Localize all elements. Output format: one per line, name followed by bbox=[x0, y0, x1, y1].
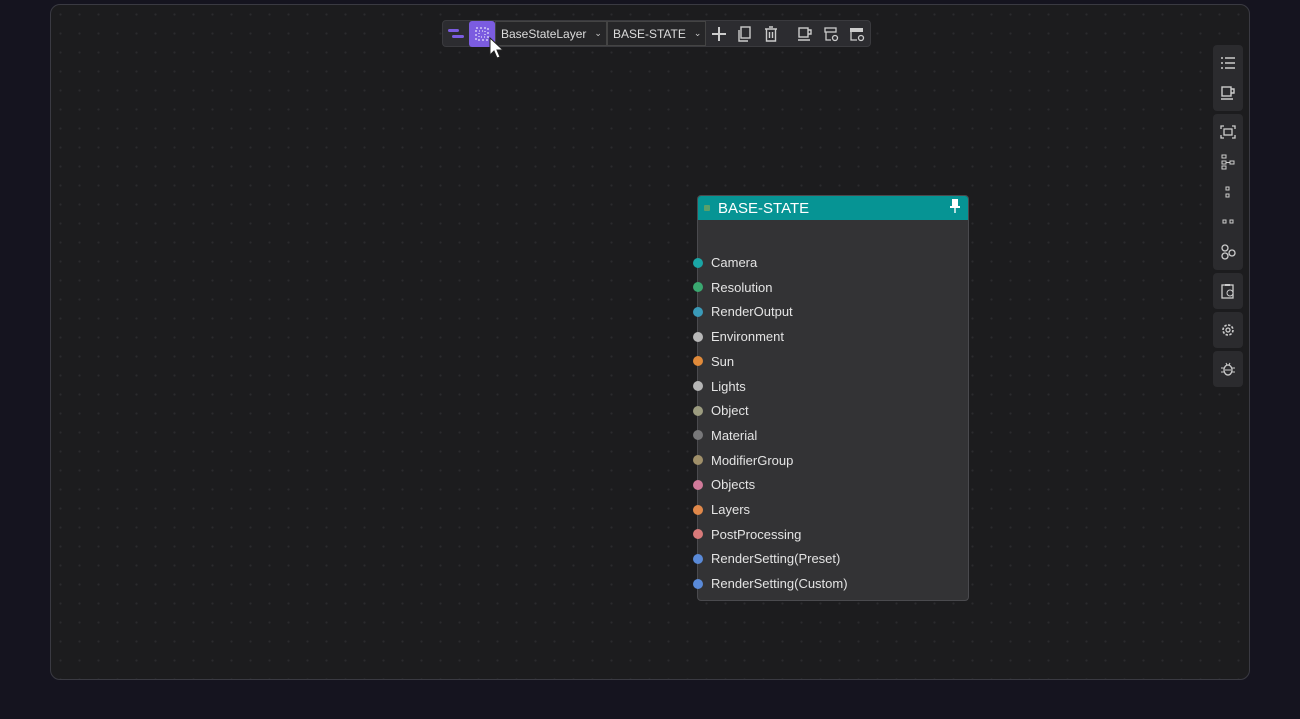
port-connector-icon[interactable] bbox=[693, 356, 703, 367]
node-port[interactable]: PostProcessing bbox=[693, 527, 801, 542]
fit-view-icon[interactable] bbox=[1213, 117, 1243, 147]
port-connector-icon[interactable] bbox=[693, 306, 703, 317]
port-connector-icon[interactable] bbox=[693, 529, 703, 540]
node-port[interactable]: RenderOutput bbox=[693, 304, 793, 319]
node-port[interactable]: Material bbox=[693, 428, 757, 443]
archive-icon[interactable] bbox=[844, 21, 870, 47]
port-label: Lights bbox=[711, 378, 746, 394]
node-status-icon bbox=[704, 205, 710, 211]
chevron-down-icon: ⌄ bbox=[594, 28, 602, 38]
hierarchy-icon[interactable] bbox=[1213, 147, 1243, 177]
port-connector-icon[interactable] bbox=[693, 282, 703, 293]
base-state-node[interactable]: BASE-STATE Camera Resolution RenderOutput E… bbox=[693, 195, 969, 601]
group-nodes-icon[interactable] bbox=[1213, 237, 1243, 267]
port-label: Object bbox=[711, 403, 749, 419]
node-port[interactable]: RenderSetting(Custom) bbox=[693, 576, 848, 591]
sidebar-group-layout bbox=[1213, 114, 1243, 270]
port-label: Material bbox=[711, 427, 758, 443]
port-label: ModifierGroup bbox=[711, 452, 794, 468]
port-label: Layers bbox=[711, 502, 751, 517]
node-title: BASE-STATE bbox=[718, 199, 810, 217]
gear-icon[interactable] bbox=[1213, 315, 1243, 345]
clipboard-clock-icon[interactable] bbox=[1213, 276, 1243, 306]
port-connector-icon[interactable] bbox=[693, 504, 703, 515]
top-toolbar: BaseStateLayer ⌄ BASE-STATE ⌄ bbox=[442, 20, 872, 47]
port-connector-icon[interactable] bbox=[693, 455, 703, 466]
port-label: PostProcessing bbox=[711, 526, 802, 542]
pin-icon[interactable] bbox=[950, 199, 960, 217]
port-label: Resolution bbox=[711, 279, 773, 295]
render-queue-icon[interactable] bbox=[818, 21, 844, 47]
port-label: Sun bbox=[711, 353, 735, 369]
preview-icon[interactable] bbox=[792, 21, 818, 47]
port-connector-icon[interactable] bbox=[693, 578, 703, 589]
align-vertical-icon[interactable] bbox=[1213, 177, 1243, 207]
state-select-value: BASE-STATE bbox=[612, 26, 686, 41]
node-port[interactable]: Objects bbox=[693, 477, 755, 492]
layers-icon[interactable] bbox=[443, 21, 469, 47]
node-port[interactable]: Lights bbox=[693, 379, 746, 394]
port-connector-icon[interactable] bbox=[693, 405, 703, 416]
state-select[interactable]: BASE-STATE ⌄ bbox=[606, 21, 707, 46]
node-port[interactable]: ModifierGroup bbox=[693, 453, 793, 468]
port-connector-icon[interactable] bbox=[693, 331, 703, 342]
chevron-down-icon: ⌄ bbox=[693, 28, 702, 38]
port-connector-icon[interactable] bbox=[693, 553, 703, 564]
port-connector-icon[interactable] bbox=[693, 430, 703, 441]
node-port[interactable]: Camera bbox=[693, 255, 757, 270]
node-port[interactable]: Layers bbox=[693, 502, 750, 517]
bug-icon[interactable] bbox=[1213, 354, 1243, 384]
port-label: Camera bbox=[711, 255, 758, 270]
node-header[interactable]: BASE-STATE bbox=[698, 196, 968, 220]
copy-icon[interactable] bbox=[732, 21, 758, 47]
delete-icon[interactable] bbox=[758, 21, 784, 47]
sidebar-group-history bbox=[1213, 273, 1243, 309]
sidebar-group-settings bbox=[1213, 312, 1243, 348]
port-label: RenderSetting(Custom) bbox=[711, 576, 848, 592]
sidebar-group-debug bbox=[1213, 351, 1243, 387]
node-port[interactable]: Sun bbox=[693, 354, 734, 369]
preview-icon[interactable] bbox=[1213, 78, 1243, 108]
list-icon[interactable] bbox=[1213, 48, 1243, 78]
node-graph-canvas[interactable]: BaseStateLayer ⌄ BASE-STATE ⌄ BASE-STATE bbox=[50, 4, 1250, 680]
port-label: RenderSetting(Preset) bbox=[711, 551, 841, 567]
layer-select-value: BaseStateLayer bbox=[501, 26, 587, 41]
layer-select[interactable]: BaseStateLayer ⌄ bbox=[495, 21, 607, 46]
node-port[interactable]: Environment bbox=[693, 329, 784, 344]
port-connector-icon[interactable] bbox=[693, 381, 703, 391]
port-connector-icon[interactable] bbox=[693, 479, 703, 490]
align-horizontal-icon[interactable] bbox=[1213, 207, 1243, 237]
port-connector-icon[interactable] bbox=[693, 257, 703, 268]
port-label: Environment bbox=[711, 329, 784, 345]
node-port[interactable]: Resolution bbox=[693, 280, 772, 295]
port-label: Objects bbox=[711, 477, 756, 493]
port-label: RenderOutput bbox=[711, 304, 793, 320]
node-port[interactable]: Object bbox=[693, 403, 749, 418]
node-port[interactable]: RenderSetting(Preset) bbox=[693, 551, 840, 566]
sidebar-group-view bbox=[1213, 45, 1243, 111]
mouse-cursor bbox=[489, 36, 505, 64]
add-icon[interactable] bbox=[706, 21, 732, 47]
